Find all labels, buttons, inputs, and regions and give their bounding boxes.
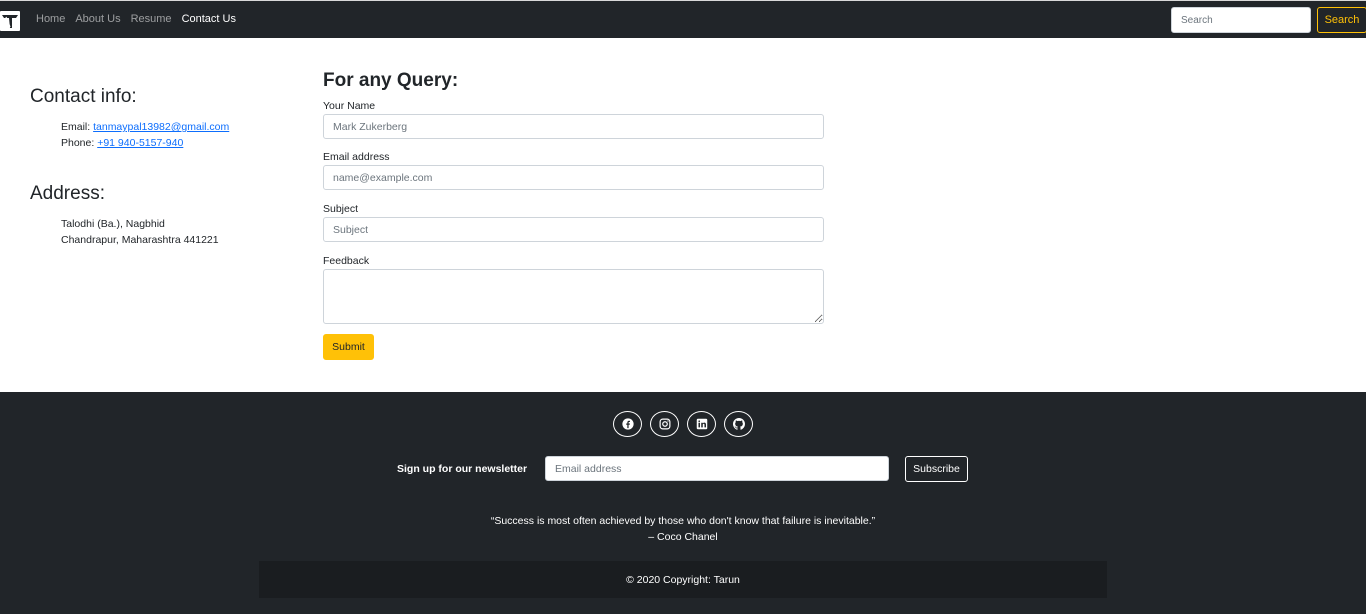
subscribe-button[interactable]: Subscribe <box>905 456 968 482</box>
email-line: Email: tanmaypal13982@gmail.com <box>61 121 229 133</box>
feedback-label: Feedback <box>323 255 370 267</box>
subject-label: Subject <box>323 203 359 215</box>
linkedin-button[interactable] <box>687 411 716 437</box>
nav-link-resume[interactable]: Resume <box>131 13 172 25</box>
contact-info-title: Contact info: <box>30 86 137 107</box>
name-field[interactable] <box>323 114 824 139</box>
quote-text: “Success is most often achieved by those… <box>490 515 876 527</box>
footer: Sign up for our newsletter Subscribe “Su… <box>0 392 1366 614</box>
address-title: Address: <box>30 183 105 204</box>
nav-link-contact-us[interactable]: Contact Us <box>182 13 236 25</box>
newsletter-label: Sign up for our newsletter <box>397 463 528 475</box>
nav-link-about-us[interactable]: About Us <box>75 13 120 25</box>
social-icons <box>613 411 753 437</box>
email-link[interactable]: tanmaypal13982@gmail.com <box>93 121 229 133</box>
name-label: Your Name <box>323 100 376 112</box>
submit-button[interactable]: Submit <box>323 334 374 360</box>
address-line-2: Chandrapur, Maharashtra 441221 <box>61 234 219 246</box>
github-icon <box>732 418 745 430</box>
phone-line: Phone: +91 940-5157-940 <box>61 137 183 149</box>
instagram-button[interactable] <box>650 411 679 437</box>
newsletter-email-input[interactable] <box>545 456 889 481</box>
email-label: Email: <box>61 121 94 133</box>
facebook-icon <box>621 418 634 430</box>
instagram-icon <box>659 418 670 430</box>
phone-link[interactable]: +91 940-5157-940 <box>97 137 183 149</box>
feedback-field[interactable] <box>323 269 824 324</box>
brand-logo[interactable] <box>0 11 20 31</box>
navbar: Home About Us Resume Contact Us Search <box>0 0 1366 38</box>
logo-icon <box>2 15 18 28</box>
facebook-button[interactable] <box>613 411 642 437</box>
email-field[interactable] <box>323 165 824 190</box>
phone-label: Phone: <box>61 137 98 149</box>
linkedin-icon <box>696 418 707 430</box>
search-input[interactable] <box>1171 7 1311 33</box>
copyright-text: © 2020 Copyright: Tarun <box>626 573 740 586</box>
form-title: For any Query: <box>323 70 459 91</box>
quote-author: – Coco Chanel <box>648 531 718 543</box>
email-field-label: Email address <box>323 151 390 163</box>
subject-field[interactable] <box>323 217 824 242</box>
search-button[interactable]: Search <box>1317 7 1366 33</box>
copyright-bar: © 2020 Copyright: Tarun <box>259 561 1107 598</box>
address-line-1: Talodhi (Ba.), Nagbhid <box>61 218 165 230</box>
nav-links: Home About Us Resume Contact Us <box>36 13 246 25</box>
nav-link-home[interactable]: Home <box>36 13 65 25</box>
github-button[interactable] <box>724 411 753 437</box>
